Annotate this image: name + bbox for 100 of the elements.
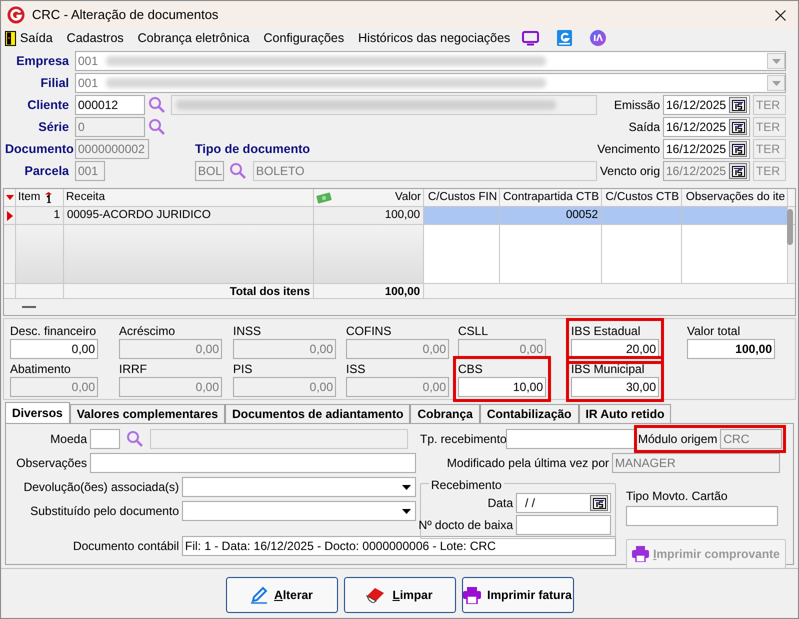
input-field[interactable] <box>90 453 416 473</box>
table-cell: 00095-ACORDO JURIDICO <box>64 207 314 224</box>
monitor-icon <box>522 30 540 46</box>
field-label: Valor total <box>687 323 742 339</box>
field-label: Documento <box>5 140 75 158</box>
input-field[interactable]: 0 <box>75 117 145 137</box>
scrollbar-thumb[interactable] <box>787 209 793 245</box>
window-title: CRC - Alteração de documentos <box>32 6 218 24</box>
action-button[interactable]: Alterar <box>226 577 338 613</box>
input-field[interactable] <box>90 429 120 449</box>
app-logo-icon <box>557 30 572 46</box>
field-label: Empresa <box>15 52 70 70</box>
tab[interactable]: IR Auto retido <box>578 404 672 423</box>
search-icon <box>229 162 247 180</box>
eraser-icon <box>366 587 386 603</box>
date-field[interactable]: / / <box>516 493 611 513</box>
input-field[interactable]: 001 <box>75 161 105 181</box>
total-label: Total dos itens <box>64 284 314 298</box>
money-icon <box>316 192 332 204</box>
field-value: 001 <box>78 75 98 92</box>
calendar-icon <box>732 144 744 154</box>
date-field[interactable]: 16/12/2025 <box>663 139 750 159</box>
dropdown-field[interactable] <box>182 477 416 497</box>
field-label: COFINS <box>346 323 392 339</box>
field-label: IBS Municipal <box>571 361 646 377</box>
menu-item[interactable]: Cobrança eletrônica <box>138 28 250 48</box>
column-header[interactable]: C/Custos CTB <box>606 189 679 206</box>
menu-item[interactable]: Históricos das negociações <box>358 28 510 48</box>
ai-assistant-icon <box>590 30 606 46</box>
weekday-field: TER <box>753 95 786 115</box>
field-label: CSLL <box>458 323 490 339</box>
field-label: IRRF <box>119 361 148 377</box>
input-field[interactable] <box>516 515 611 535</box>
tab[interactable]: Documentos de adiantamento <box>225 404 410 423</box>
field-label: Módulo origem <box>638 431 718 448</box>
app-logo-icon <box>7 6 25 24</box>
number-field[interactable]: 10,00 <box>458 377 546 397</box>
caret-icon <box>772 80 780 86</box>
number-field[interactable]: 30,00 <box>571 377 659 397</box>
field-label: Filial <box>40 74 70 92</box>
column-header[interactable]: C/Custos FIN <box>428 189 497 206</box>
menu-item[interactable]: Cadastros <box>66 28 124 48</box>
input-field[interactable]: BOL <box>195 161 224 181</box>
field-label: Observações <box>15 455 88 472</box>
calendar-button[interactable] <box>729 119 747 135</box>
company-select[interactable]: 001 <box>75 73 786 93</box>
readonly-field: Fil: 1 - Data: 16/12/2025 - Docto: 0000000006 - Lote: CRC <box>182 536 616 556</box>
calendar-button[interactable] <box>729 141 747 157</box>
field-value: 001 <box>78 53 98 70</box>
field-label: Parcela <box>24 162 70 180</box>
column-header[interactable]: Valor <box>395 189 421 206</box>
field-label: Substituído pelo documento <box>29 503 180 520</box>
field-label: CBS <box>458 361 484 377</box>
number-field[interactable]: 100,00 <box>687 339 775 359</box>
calendar-button[interactable] <box>729 97 747 113</box>
weekday-field: TER <box>753 117 786 137</box>
field-label: Cliente <box>26 96 70 114</box>
field-label: Série <box>37 118 70 136</box>
field-label: Acréscimo <box>119 323 176 339</box>
action-button[interactable]: Imprimir fatura <box>462 577 574 613</box>
column-header[interactable]: Item <box>18 189 40 206</box>
field-label: Tp. recebimento <box>420 431 506 448</box>
input-field[interactable]: 000012 <box>75 95 145 115</box>
date-field: 16/12/2025 <box>663 161 750 181</box>
field-label: ISS <box>346 361 366 377</box>
dropdown-field[interactable] <box>182 501 416 521</box>
company-select[interactable]: 001 <box>75 51 786 71</box>
field-label: Tipo Movto. Cartão <box>626 488 729 505</box>
action-button[interactable]: Limpar <box>344 577 456 613</box>
menu-item[interactable]: Saída <box>20 28 53 48</box>
tab[interactable]: Valores complementares <box>70 404 226 423</box>
tab[interactable]: Contabilização <box>480 404 579 423</box>
calendar-icon <box>732 100 744 110</box>
tab[interactable]: Cobrança <box>410 404 480 423</box>
row-pointer-icon <box>6 210 12 220</box>
splitter-handle[interactable] <box>22 306 36 308</box>
menu-item[interactable]: Configurações <box>264 28 344 48</box>
column-header[interactable]: Observações do ite <box>686 189 785 206</box>
input-field[interactable] <box>626 506 778 526</box>
tab[interactable]: Diversos <box>5 402 70 423</box>
search-icon <box>148 118 166 136</box>
column-header[interactable]: Contrapartida CTB <box>503 189 599 206</box>
caret-icon <box>402 484 410 490</box>
weekday-field: TER <box>753 139 786 159</box>
calendar-icon <box>732 166 744 176</box>
search-icon <box>148 96 166 114</box>
column-header[interactable]: Receita <box>66 189 105 206</box>
field-label: Tipo de documento <box>195 141 310 158</box>
field-label: Documento contábil <box>72 538 180 555</box>
caret-icon <box>402 508 410 514</box>
date-field[interactable]: 16/12/2025 <box>663 117 750 137</box>
input-field[interactable] <box>506 429 636 449</box>
number-field[interactable]: 0,00 <box>10 339 98 359</box>
door-icon <box>5 30 16 46</box>
input-field[interactable]: 0000000002 <box>75 139 149 159</box>
field-label: Emissão <box>614 97 661 114</box>
printer-icon <box>463 586 482 604</box>
date-field[interactable]: 16/12/2025 <box>663 95 750 115</box>
calendar-button[interactable] <box>590 495 608 511</box>
readonly-field: CRC <box>720 429 782 449</box>
